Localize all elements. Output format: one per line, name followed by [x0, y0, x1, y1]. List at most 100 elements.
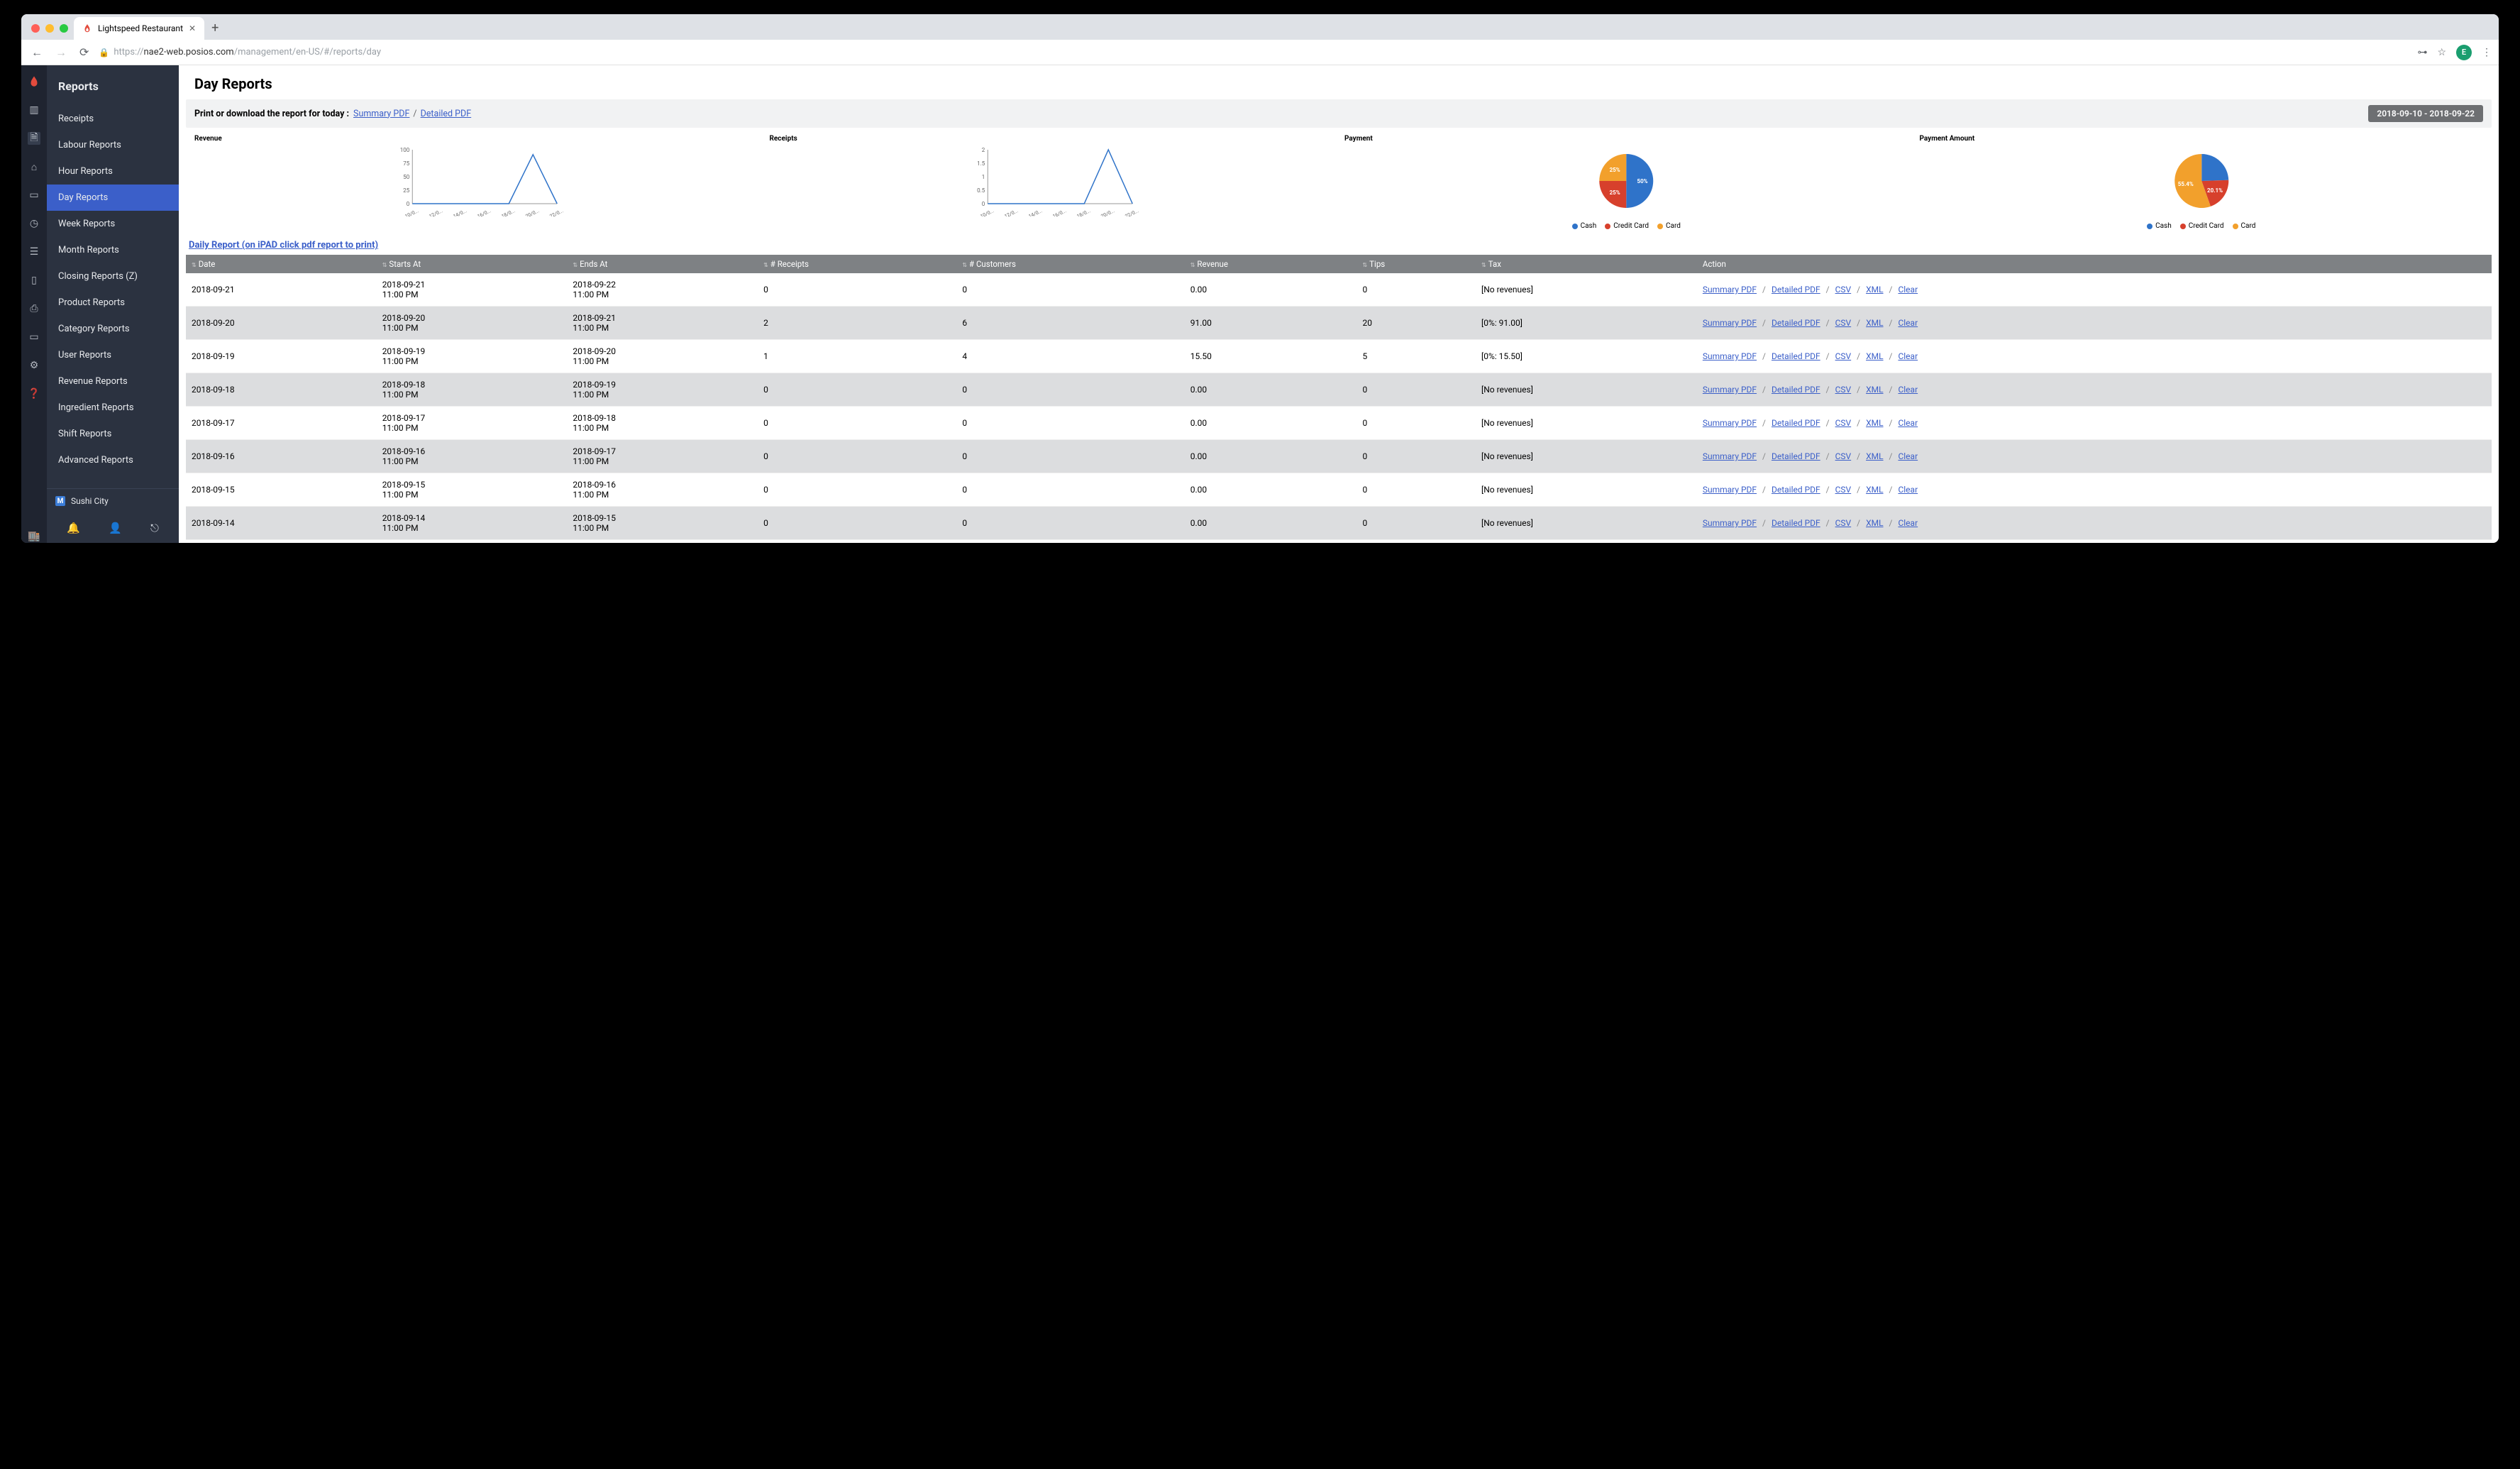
- action-clear[interactable]: Clear: [1898, 518, 1918, 528]
- sidebar-item-advanced-reports[interactable]: Advanced Reports: [47, 447, 179, 473]
- daily-report-link[interactable]: Daily Report (on iPAD click pdf report t…: [179, 236, 2499, 255]
- action-summary-pdf[interactable]: Summary PDF: [1703, 418, 1757, 428]
- action-csv[interactable]: CSV: [1835, 351, 1852, 361]
- action-clear[interactable]: Clear: [1898, 451, 1918, 461]
- maximize-window-icon[interactable]: [60, 24, 68, 33]
- sidebar-item-receipts[interactable]: Receipts: [47, 106, 179, 132]
- sidebar-item-closing-reports-z-[interactable]: Closing Reports (Z): [47, 263, 179, 290]
- action-csv[interactable]: CSV: [1835, 285, 1852, 295]
- rail-print-icon[interactable]: ⎙: [28, 302, 40, 315]
- action-summary-pdf[interactable]: Summary PDF: [1703, 285, 1757, 295]
- sidebar-item-labour-reports[interactable]: Labour Reports: [47, 132, 179, 158]
- action-summary-pdf[interactable]: Summary PDF: [1703, 518, 1757, 528]
- action-xml[interactable]: XML: [1866, 318, 1883, 328]
- cell: [No revenues]: [1476, 407, 1697, 440]
- action-summary-pdf[interactable]: Summary PDF: [1703, 318, 1757, 328]
- close-tab-icon[interactable]: ✕: [189, 23, 196, 33]
- sidebar-item-product-reports[interactable]: Product Reports: [47, 290, 179, 316]
- sidebar-item-user-reports[interactable]: User Reports: [47, 342, 179, 368]
- action-detailed-pdf[interactable]: Detailed PDF: [1772, 351, 1820, 361]
- action-clear[interactable]: Clear: [1898, 285, 1918, 295]
- action-csv[interactable]: CSV: [1835, 451, 1852, 461]
- action-summary-pdf[interactable]: Summary PDF: [1703, 485, 1757, 495]
- key-icon[interactable]: ⊶: [2417, 47, 2427, 58]
- browser-tab[interactable]: Lightspeed Restaurant ✕: [74, 17, 204, 40]
- brand-flame-icon[interactable]: [28, 75, 40, 88]
- action-summary-pdf[interactable]: Summary PDF: [1703, 351, 1757, 361]
- rail-id-icon[interactable]: ▭: [28, 189, 40, 202]
- sidebar-item-week-reports[interactable]: Week Reports: [47, 211, 179, 237]
- bookmark-icon[interactable]: ☆: [2437, 47, 2446, 58]
- action-xml[interactable]: XML: [1866, 285, 1883, 295]
- action-csv[interactable]: CSV: [1835, 485, 1852, 495]
- rail-reports-icon[interactable]: 🗎: [28, 132, 40, 145]
- action-clear[interactable]: Clear: [1898, 318, 1918, 328]
- notifications-icon[interactable]: 🔔: [67, 522, 80, 534]
- cell: 2018-09-20: [186, 307, 377, 340]
- action-summary-pdf[interactable]: Summary PDF: [1703, 451, 1757, 461]
- sidebar-item-shift-reports[interactable]: Shift Reports: [47, 421, 179, 447]
- sidebar-item-hour-reports[interactable]: Hour Reports: [47, 158, 179, 185]
- action-xml[interactable]: XML: [1866, 385, 1883, 395]
- action-detailed-pdf[interactable]: Detailed PDF: [1772, 518, 1820, 528]
- action-xml[interactable]: XML: [1866, 518, 1883, 528]
- action-detailed-pdf[interactable]: Detailed PDF: [1772, 418, 1820, 428]
- action-csv[interactable]: CSV: [1835, 418, 1852, 428]
- action-detailed-pdf[interactable]: Detailed PDF: [1772, 385, 1820, 395]
- sidebar-item-category-reports[interactable]: Category Reports: [47, 316, 179, 342]
- sidebar-item-day-reports[interactable]: Day Reports: [47, 185, 179, 211]
- new-tab-button[interactable]: +: [204, 21, 226, 40]
- action-csv[interactable]: CSV: [1835, 318, 1852, 328]
- column-header[interactable]: ⇅Tips: [1356, 255, 1476, 273]
- sidebar-item-revenue-reports[interactable]: Revenue Reports: [47, 368, 179, 395]
- forward-button[interactable]: →: [52, 43, 70, 62]
- action-detailed-pdf[interactable]: Detailed PDF: [1772, 285, 1820, 295]
- action-clear[interactable]: Clear: [1898, 485, 1918, 495]
- account-icon[interactable]: 👤: [109, 522, 122, 534]
- action-clear[interactable]: Clear: [1898, 418, 1918, 428]
- sidebar-item-month-reports[interactable]: Month Reports: [47, 237, 179, 263]
- action-clear[interactable]: Clear: [1898, 351, 1918, 361]
- rail-clock-icon[interactable]: ◷: [28, 217, 40, 230]
- action-xml[interactable]: XML: [1866, 418, 1883, 428]
- action-summary-pdf[interactable]: Summary PDF: [1703, 385, 1757, 395]
- action-xml[interactable]: XML: [1866, 485, 1883, 495]
- action-detailed-pdf[interactable]: Detailed PDF: [1772, 318, 1820, 328]
- rail-store-icon[interactable]: 🏬: [28, 530, 40, 543]
- rail-home-icon[interactable]: ⌂: [28, 160, 40, 173]
- date-range-badge[interactable]: 2018-09-10 - 2018-09-22: [2368, 105, 2483, 122]
- rail-layers-icon[interactable]: ☰: [28, 246, 40, 258]
- profile-avatar[interactable]: E: [2456, 45, 2472, 60]
- column-header[interactable]: ⇅Revenue: [1185, 255, 1357, 273]
- address-bar[interactable]: 🔒 https://nae2-web.posios.com/management…: [99, 47, 2410, 57]
- column-header[interactable]: ⇅Tax: [1476, 255, 1697, 273]
- action-csv[interactable]: CSV: [1835, 385, 1852, 395]
- rail-settings-icon[interactable]: ⚙: [28, 359, 40, 372]
- minimize-window-icon[interactable]: [45, 24, 54, 33]
- logout-icon[interactable]: ⎋: [150, 522, 159, 534]
- column-header[interactable]: ⇅# Customers: [956, 255, 1184, 273]
- rail-card-icon[interactable]: ▭: [28, 331, 40, 343]
- sidebar-footer[interactable]: M Sushi City: [47, 488, 179, 513]
- action-detailed-pdf[interactable]: Detailed PDF: [1772, 485, 1820, 495]
- rail-dashboard-icon[interactable]: ▥: [28, 104, 40, 116]
- action-xml[interactable]: XML: [1866, 451, 1883, 461]
- action-xml[interactable]: XML: [1866, 351, 1883, 361]
- action-detailed-pdf[interactable]: Detailed PDF: [1772, 451, 1820, 461]
- action-clear[interactable]: Clear: [1898, 385, 1918, 395]
- close-window-icon[interactable]: [31, 24, 40, 33]
- sidebar-item-ingredient-reports[interactable]: Ingredient Reports: [47, 395, 179, 421]
- summary-pdf-link[interactable]: Summary PDF: [353, 109, 409, 119]
- column-header[interactable]: ⇅Date: [186, 255, 377, 273]
- column-header[interactable]: Action: [1697, 255, 2492, 273]
- rail-devices-icon[interactable]: ▯: [28, 274, 40, 287]
- reload-button[interactable]: ⟳: [77, 43, 92, 62]
- detailed-pdf-link[interactable]: Detailed PDF: [421, 109, 472, 119]
- menu-icon[interactable]: ⋮: [2482, 47, 2492, 58]
- column-header[interactable]: ⇅Ends At: [567, 255, 758, 273]
- column-header[interactable]: ⇅# Receipts: [758, 255, 956, 273]
- back-button[interactable]: ←: [28, 43, 45, 62]
- column-header[interactable]: ⇅Starts At: [377, 255, 568, 273]
- rail-help-icon[interactable]: ❓: [28, 387, 40, 400]
- action-csv[interactable]: CSV: [1835, 518, 1852, 528]
